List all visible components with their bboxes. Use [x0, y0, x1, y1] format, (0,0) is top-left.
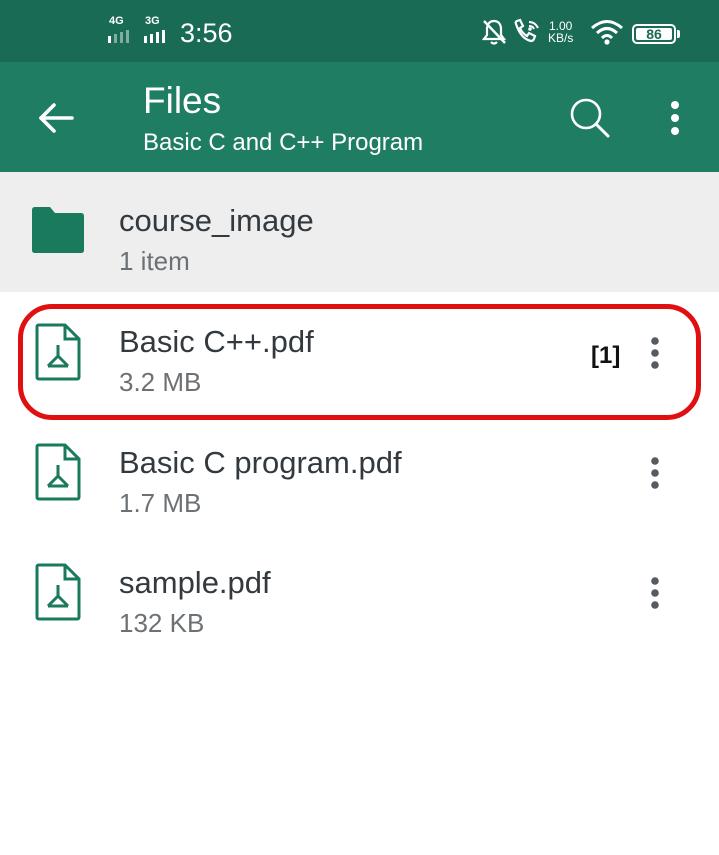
- page-subtitle: Basic C and C++ Program: [143, 129, 424, 156]
- mute-icon: [481, 19, 507, 45]
- file-item[interactable]: Basic C program.pdf 1.7 MB: [0, 412, 719, 532]
- signal-icon: [108, 30, 129, 43]
- file-item[interactable]: sample.pdf 132 KB: [0, 532, 719, 652]
- arrow-left-icon: [39, 103, 74, 133]
- battery-icon: 86: [632, 24, 676, 44]
- folder-name: course_image: [119, 203, 314, 238]
- speed-unit: KB/s: [548, 31, 574, 45]
- file-name: sample.pdf: [119, 565, 271, 600]
- file-size: 1.7 MB: [119, 488, 202, 518]
- signal-icon-2: [144, 30, 165, 43]
- file-more-button[interactable]: [636, 443, 674, 503]
- folder-item-count: 1 item: [119, 246, 190, 276]
- file-more-button[interactable]: [636, 563, 674, 623]
- more-vertical-icon: [651, 457, 659, 489]
- search-icon: [570, 98, 610, 138]
- more-vertical-icon: [651, 337, 659, 369]
- network-type-1: 4G: [109, 15, 124, 27]
- file-more-button[interactable]: [636, 323, 674, 383]
- wifi-icon: [591, 20, 623, 45]
- file-size: 132 KB: [119, 608, 205, 638]
- battery-level: 86: [646, 26, 662, 42]
- battery-tip: [677, 30, 680, 38]
- pdf-icon: [35, 443, 81, 501]
- status-bar: 4G 3G 3:56 1.00 KB/s 86: [0, 0, 719, 62]
- page-title: Files: [143, 80, 222, 121]
- clock: 3:56: [180, 18, 233, 48]
- network-speed: 1.00 KB/s: [548, 20, 573, 44]
- file-name: Basic C++.pdf: [119, 324, 314, 359]
- file-name: Basic C program.pdf: [119, 445, 402, 480]
- pdf-icon: [35, 563, 81, 621]
- search-button[interactable]: [562, 90, 618, 146]
- network-type-2: 3G: [145, 15, 160, 27]
- file-size: 3.2 MB: [119, 367, 202, 397]
- folder-icon: [32, 207, 84, 253]
- more-vertical-icon: [651, 577, 659, 609]
- overflow-menu-button[interactable]: [655, 92, 695, 144]
- pdf-icon: [35, 323, 81, 381]
- app-bar: Files Basic C and C++ Program: [0, 62, 719, 172]
- wifi-call-icon: [514, 18, 539, 43]
- more-vertical-icon: [671, 101, 679, 135]
- back-button[interactable]: [30, 92, 82, 144]
- annotation-marker: [1]: [591, 342, 621, 369]
- folder-item[interactable]: course_image 1 item: [0, 172, 719, 292]
